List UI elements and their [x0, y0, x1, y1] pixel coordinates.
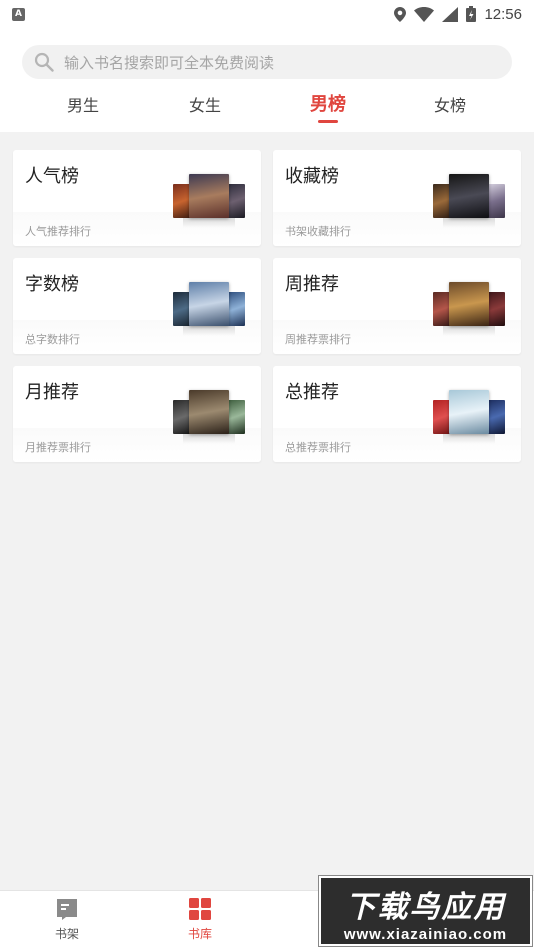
signal-icon	[442, 6, 459, 22]
tab-bar: 男生 女生 男榜 女榜	[0, 88, 534, 132]
tab-boys[interactable]: 男生	[38, 92, 128, 116]
book-covers-image	[433, 172, 505, 228]
card-title: 收藏榜	[285, 166, 339, 186]
battery-icon	[466, 6, 477, 22]
location-icon	[394, 6, 407, 22]
book-covers-image	[173, 388, 245, 444]
active-tab-indicator	[318, 120, 338, 123]
nav-library[interactable]: 书库	[170, 897, 230, 942]
status-bar: A 12:56	[0, 0, 534, 28]
ranking-card-popularity[interactable]: 人气榜 人气推荐排行	[13, 150, 261, 246]
wifi-icon	[414, 6, 435, 22]
ranking-card-word-count[interactable]: 字数榜 总字数排行	[13, 258, 261, 354]
ranking-card-weekly-recommend[interactable]: 周推荐 周推荐票排行	[273, 258, 521, 354]
nav-label: 书架	[54, 927, 79, 941]
card-title: 周推荐	[285, 274, 339, 294]
ranking-card-total-recommend[interactable]: 总推荐 总推荐票排行	[273, 366, 521, 462]
book-covers-image	[173, 172, 245, 228]
site-watermark: 下载鸟应用 www.xiazainiao.com	[318, 875, 533, 947]
bookshelf-icon	[57, 899, 77, 920]
tab-female-rankings[interactable]: 女榜	[405, 92, 495, 116]
card-subtitle: 总字数排行	[25, 334, 80, 346]
nav-label: 书库	[187, 927, 212, 941]
tab-girls[interactable]: 女生	[160, 92, 250, 116]
watermark-title: 下载鸟应用	[345, 890, 506, 925]
card-subtitle: 月推荐票排行	[25, 442, 91, 454]
card-subtitle: 书架收藏排行	[285, 226, 351, 238]
watermark-url: www.xiazainiao.com	[343, 926, 508, 943]
book-covers-image	[173, 280, 245, 336]
header: 输入书名搜索即可全本免费阅读 男生 女生 男榜 女榜	[0, 28, 534, 132]
card-title: 人气榜	[25, 166, 79, 186]
card-subtitle: 周推荐票排行	[285, 334, 351, 346]
card-title: 总推荐	[285, 382, 339, 402]
ranking-card-favorites[interactable]: 收藏榜 书架收藏排行	[273, 150, 521, 246]
clock: 12:56	[484, 5, 522, 23]
card-subtitle: 人气推荐排行	[25, 226, 91, 238]
search-placeholder: 输入书名搜索即可全本免费阅读	[64, 54, 275, 72]
search-input[interactable]: 输入书名搜索即可全本免费阅读	[22, 45, 512, 79]
card-subtitle: 总推荐票排行	[285, 442, 351, 454]
ranking-card-monthly-recommend[interactable]: 月推荐 月推荐票排行	[13, 366, 261, 462]
library-grid-icon	[189, 898, 211, 920]
search-icon	[34, 52, 54, 72]
nav-bookshelf[interactable]: 书架	[37, 897, 97, 942]
tab-male-rankings[interactable]: 男榜	[283, 90, 373, 116]
book-covers-image	[433, 280, 505, 336]
card-title: 月推荐	[25, 382, 79, 402]
book-covers-image	[433, 388, 505, 444]
notification-icon: A	[12, 7, 25, 21]
card-title: 字数榜	[25, 274, 79, 294]
